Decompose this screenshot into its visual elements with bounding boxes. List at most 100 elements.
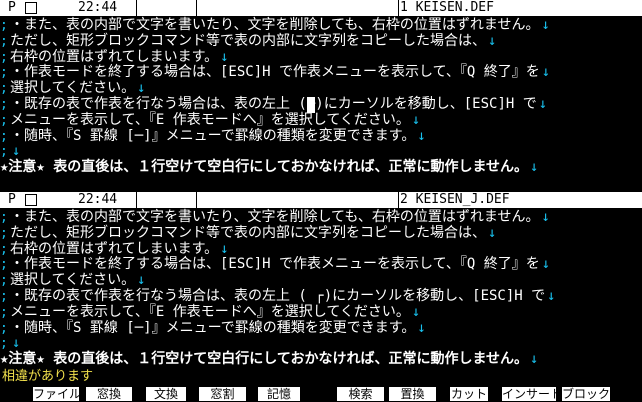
text-line: ; ・また、表の内部で文字を書いたり、文字を削除しても、右枠の位置はずれません。 ↓ [0,209,642,226]
comment-marker: ; [0,320,8,336]
line-text: メニューを表示して、『E 作表モードへ』を選択してください。 [10,111,410,128]
comment-marker: ; [0,33,8,49]
comment-marker: ; [0,336,8,352]
line-text: ・既存の表で作表を行なう場合は、表の左上 ( ┌)にカーソルを移動し、[ESC]… [10,287,546,304]
text-line: ; ↓ [0,143,642,160]
function-key-file-key[interactable]: ファイル [33,387,79,401]
function-key-window-split-key[interactable]: 窓割 [199,387,246,401]
newline-arrow: ↓ [541,256,551,273]
text-line: ; ただし、矩形ブロックコマンド等で表の内部に文字列をコピーした場合は、 ↓ [0,224,642,242]
comment-marker: ; [0,49,8,65]
comment-marker: ; [0,96,8,112]
newline-arrow: ↓ [488,224,497,241]
line-text: )にカーソルを移動し、[ESC]H で [315,95,537,112]
mode-indicator: P [8,192,16,207]
checkbox-icon [25,194,37,206]
newline-arrow: ↓ [417,319,426,336]
line-text: ・また、表の内部で文字を書いたり、文字を削除しても、右枠の位置はずれません。 [10,209,540,225]
editor-screen: P 22:44 1 KEISEN.DEF ; ・また、表の内部で文字を書いたり、文… [0,0,642,402]
text-line: ; ↓ [0,335,642,352]
newline-arrow: ↓ [411,111,421,128]
status-divider [136,192,137,208]
line-text: ただし、矩形ブロックコマンド等で表の内部に文字列をコピーした場合は、 [10,32,486,49]
status-message: 相違があります [2,369,94,384]
line-text: ★注意★ 表の直後は、１行空けて空白行にしておかなければ、正常に動作しません。 [0,351,529,368]
comment-marker: ; [0,304,8,320]
newline-arrow: ↓ [538,95,548,112]
status-divider [398,192,399,208]
newline-arrow: ↓ [12,335,21,352]
comment-marker: ; [0,144,8,160]
text-line: ; 選択してください。 ↓ [0,272,642,289]
text-area[interactable]: ; ・また、表の内部で文字を書いたり、文字を削除しても、右枠の位置はずれません。 ↓… [0,209,642,368]
comment-marker: ; [0,273,8,289]
comment-marker: ; [0,257,8,273]
line-text: 右枠の位置はずれてしまいます。 [10,48,219,65]
editor-pane-bottom[interactable]: P 22:44 2 KEISEN_J.DEF ; ・また、表の内部で文字を書いたり… [0,192,642,368]
text-line: ; ・また、表の内部で文字を書いたり、文字を削除しても、右枠の位置はずれません。 ↓ [0,17,642,34]
newline-arrow: ↓ [137,80,146,97]
clock: 22:44 [78,0,118,15]
function-key-window-switch-key[interactable]: 窓換 [86,387,132,401]
status-divider [196,192,197,208]
status-divider [398,0,399,16]
status-bar: P 22:44 2 KEISEN_J.DEF [0,192,642,208]
comment-marker: ; [0,18,8,33]
function-key-text-switch-key[interactable]: 文換 [146,387,186,401]
function-key-memory-key[interactable]: 記憶 [258,387,300,401]
line-text: メニューを表示して、『E 作表モードへ』を選択してください。 [10,303,410,320]
text-line: ★注意★ 表の直後は、１行空けて空白行にしておかなければ、正常に動作しません。 ↓ [0,159,642,176]
line-text: ただし、矩形ブロックコマンド等で表の内部に文字列をコピーした場合は、 [10,224,486,241]
line-text: ・また、表の内部で文字を書いたり、文字を削除しても、右枠の位置はずれません。 [10,17,540,33]
newline-arrow: ↓ [547,287,556,304]
editor-pane-top[interactable]: P 22:44 1 KEISEN.DEF ; ・また、表の内部で文字を書いたり、文… [0,0,642,192]
status-bar: P 22:44 1 KEISEN.DEF [0,0,642,16]
text-line: ; ・既存の表で作表を行なう場合は、表の左上 ( ┌)にカーソルを移動し、[ESC… [0,287,642,305]
newline-arrow: ↓ [137,272,146,289]
clock: 22:44 [78,192,118,207]
text-line: ; ・作表モードを終了する場合は、[ESC]H で作表メニューを表示して、『Q 終… [0,64,642,81]
newline-arrow: ↓ [417,127,426,144]
function-key-bar: ファイル窓換文換窓割記憶 検索置換カットインサートブロック [0,386,642,402]
status-divider [136,0,137,16]
comment-marker: ; [0,112,8,128]
file-name: 1 KEISEN.DEF [400,0,494,15]
text-line: ; ・作表モードを終了する場合は、[ESC]H で作表メニューを表示して、『Q 終… [0,256,642,273]
function-key-cut-key[interactable]: カット [450,387,488,401]
newline-arrow: ↓ [12,143,21,160]
comment-marker: ; [0,128,8,144]
newline-arrow: ↓ [541,17,550,33]
status-divider [196,0,197,16]
line-text: ・随時、『S 罫線 [─]』メニューで罫線の種類を変更できます。 [10,127,416,144]
newline-arrow: ↓ [411,303,421,320]
line-text: 選択してください。 [10,80,136,97]
text-line: ; ・随時、『S 罫線 [─]』メニューで罫線の種類を変更できます。 ↓ [0,127,642,145]
newline-arrow: ↓ [541,209,550,225]
newline-arrow: ↓ [530,351,539,368]
newline-arrow: ↓ [220,48,229,65]
text-line: ; メニューを表示して、『E 作表モードへ』を選択してください。 ↓ [0,303,642,321]
newline-arrow: ↓ [530,159,539,176]
text-area[interactable]: ; ・また、表の内部で文字を書いたり、文字を削除しても、右枠の位置はずれません。 ↓… [0,17,642,176]
function-key-search-key[interactable]: 検索 [337,387,384,401]
comment-marker: ; [0,241,8,257]
checkbox-icon [25,2,37,14]
function-key-insert-key[interactable]: インサート [502,387,556,401]
text-line: ★注意★ 表の直後は、１行空けて空白行にしておかなければ、正常に動作しません。 ↓ [0,351,642,368]
file-name: 2 KEISEN_J.DEF [400,192,510,207]
comment-marker: ; [0,210,8,225]
newline-arrow: ↓ [541,64,551,81]
line-text: ・既存の表で作表を行なう場合は、表の左上 ( [10,95,307,112]
text-line: ; ただし、矩形ブロックコマンド等で表の内部に文字列をコピーした場合は、 ↓ [0,32,642,50]
function-key-block-key[interactable]: ブロック [562,387,610,401]
function-key-replace-key[interactable]: 置換 [389,387,436,401]
comment-marker: ; [0,65,8,81]
text-line: ; メニューを表示して、『E 作表モードへ』を選択してください。 ↓ [0,111,642,129]
comment-marker: ; [0,81,8,97]
newline-arrow: ↓ [220,240,229,257]
newline-arrow: ↓ [488,32,497,49]
comment-marker: ; [0,225,8,241]
line-text: ・作表モードを終了する場合は、[ESC]H で作表メニューを表示して、『Q 終了… [10,64,540,81]
text-line: ; 右枠の位置はずれてしまいます。 ↓ [0,48,642,66]
comment-marker: ; [0,288,8,304]
